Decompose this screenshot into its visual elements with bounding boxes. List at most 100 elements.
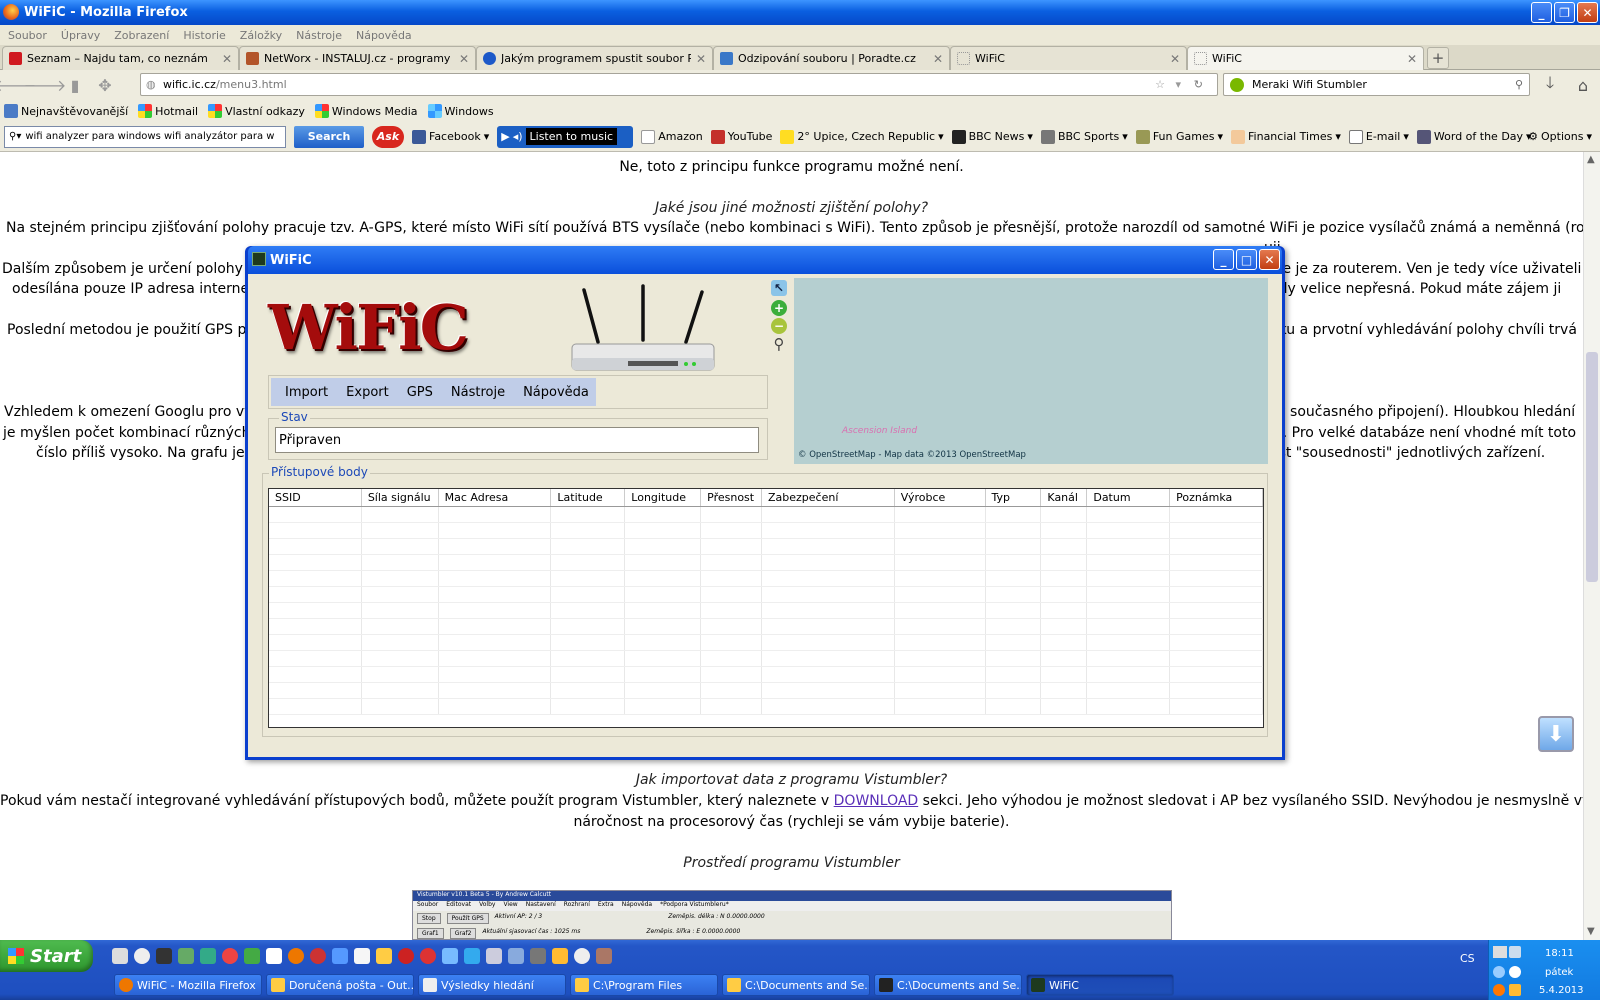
tab-seznam[interactable]: Seznam – Najdu tam, co neznám ✕ [2, 46, 239, 70]
tab-wific-2[interactable]: WiFiC ✕ [1187, 46, 1424, 70]
quick-launch-icon[interactable] [486, 948, 502, 964]
quick-launch-icon[interactable] [178, 948, 194, 964]
stats-icon[interactable]: ▮ [60, 73, 90, 97]
close-tab-icon[interactable]: ✕ [1407, 52, 1417, 66]
opera-icon[interactable] [310, 948, 326, 964]
menu-upravy[interactable]: Úpravy [61, 29, 100, 42]
close-tab-icon[interactable]: ✕ [459, 52, 469, 66]
wific-menu-export[interactable]: Export [346, 385, 389, 400]
quick-launch-icon[interactable] [596, 948, 612, 964]
start-button[interactable]: Start [0, 940, 93, 972]
zoom-in-icon[interactable]: + [771, 300, 787, 316]
close-tab-icon[interactable]: ✕ [696, 52, 706, 66]
toolbar-bbc-news[interactable]: BBC News ▾ [951, 129, 1033, 144]
toolbar-options[interactable]: ⚙ Options ▾ [1528, 130, 1592, 143]
task-documents-2[interactable]: C:\Documents and Se... [874, 974, 1022, 996]
search-engine-icon[interactable] [1230, 77, 1244, 92]
toolbar-word-of-day[interactable]: Word of the Day ▾ [1416, 129, 1532, 144]
wific-menu-napoveda[interactable]: Nápověda [523, 385, 589, 400]
bookmark-windows-media[interactable]: Windows Media [314, 104, 418, 118]
wific-close-button[interactable]: ✕ [1259, 249, 1280, 270]
tray-messenger-icon[interactable] [1509, 966, 1521, 978]
ask-button[interactable]: Ask [372, 125, 404, 148]
tray-avast-icon[interactable] [1493, 984, 1505, 996]
page-scrollbar[interactable]: ▲ ▼ [1583, 152, 1600, 940]
restore-button[interactable]: ❐ [1554, 2, 1575, 23]
tray-shield-icon[interactable] [1509, 946, 1521, 958]
close-button[interactable]: ✕ [1577, 2, 1598, 23]
toolbar-weather[interactable]: 2° Upice, Czech Republic ▾ [780, 129, 944, 144]
tray-volume-icon[interactable] [1493, 966, 1505, 978]
toolbar-facebook[interactable]: Facebook ▾ [412, 129, 489, 144]
menu-historie[interactable]: Historie [183, 29, 225, 42]
wific-maximize-button[interactable]: □ [1236, 249, 1257, 270]
bookmark-hotmail[interactable]: Hotmail [138, 104, 198, 118]
toolbar-search-input[interactable]: ⚲▾ wifi analyzer para windows wifi analyz… [4, 125, 286, 148]
quick-launch-icon[interactable] [156, 948, 172, 964]
quick-launch-icon[interactable] [266, 948, 282, 964]
toolbar-financial-times[interactable]: Financial Times ▾ [1231, 129, 1341, 144]
search-bar[interactable]: Meraki Wifi Stumbler ⚲ [1223, 73, 1530, 96]
folder-icon[interactable] [376, 948, 392, 964]
quick-launch-icon[interactable] [112, 948, 128, 964]
task-search-results[interactable]: Výsledky hledání [418, 974, 566, 996]
tab-wific-1[interactable]: WiFiC ✕ [950, 46, 1187, 70]
wific-menu-nastroje[interactable]: Nástroje [451, 385, 505, 400]
toolbar-bbc-sports[interactable]: BBC Sports ▾ [1040, 129, 1128, 144]
tools-icon[interactable]: ✥ [90, 73, 120, 97]
firefox-icon[interactable] [288, 948, 304, 964]
quick-launch-icon[interactable] [508, 948, 524, 964]
menu-zalozky[interactable]: Záložky [240, 29, 282, 42]
toolbar-amazon[interactable]: Amazon [641, 129, 703, 144]
forward-button[interactable]: 🡒 [24, 73, 67, 97]
toolbar-search-button[interactable]: Search [294, 125, 364, 148]
bookmark-windows[interactable]: Windows [427, 104, 494, 118]
download-icon[interactable]: 🡓 [1535, 73, 1565, 97]
volume-icon[interactable]: ◂) [513, 130, 523, 143]
toolbar-youtube[interactable]: YouTube [710, 129, 772, 144]
bookmark-custom-links[interactable]: Vlastní odkazy [208, 104, 305, 118]
close-tab-icon[interactable]: ✕ [933, 52, 943, 66]
column-channel[interactable]: Kanál [1041, 489, 1088, 506]
toolbar-fun-games[interactable]: Fun Games ▾ [1135, 129, 1223, 144]
search-icon[interactable]: ⚲ [1515, 78, 1523, 91]
column-type[interactable]: Typ [986, 489, 1042, 506]
tab-poradte[interactable]: Odzipování souboru | Poradte.cz ✕ [713, 46, 950, 70]
quick-launch-icon[interactable] [354, 948, 370, 964]
home-icon[interactable]: ⌂ [1568, 73, 1598, 97]
toolbar-email[interactable]: E-mail ▾ [1348, 129, 1409, 144]
column-latitude[interactable]: Latitude [551, 489, 626, 506]
column-vendor[interactable]: Výrobce [895, 489, 986, 506]
tray-update-icon[interactable] [1509, 984, 1521, 996]
zoom-out-icon[interactable]: − [771, 318, 787, 334]
quick-launch-icon[interactable] [442, 948, 458, 964]
wific-minimize-button[interactable]: _ [1213, 249, 1234, 270]
close-tab-icon[interactable]: ✕ [1170, 52, 1180, 66]
column-date[interactable]: Datum [1087, 489, 1171, 506]
column-mac[interactable]: Mac Adresa [439, 489, 552, 506]
menu-napoveda[interactable]: Nápověda [356, 29, 412, 42]
menu-soubor[interactable]: Soubor [8, 29, 47, 42]
reload-icon[interactable]: ↻ [1194, 78, 1203, 91]
tab-networx[interactable]: NetWorx - INSTALUJ.cz - programy ke st..… [239, 46, 476, 70]
quick-launch-icon[interactable] [552, 948, 568, 964]
quick-launch-icon[interactable] [200, 948, 216, 964]
scroll-down-arrow-icon[interactable]: ⬇ [1538, 716, 1574, 752]
column-ssid[interactable]: SSID [269, 489, 362, 506]
new-tab-button[interactable]: + [1427, 47, 1449, 69]
quick-launch-icon[interactable] [574, 948, 590, 964]
magnifier-icon[interactable]: ⚲ [771, 335, 787, 353]
wific-menu-gps[interactable]: GPS [407, 385, 433, 400]
url-bar[interactable]: ◍ wific.ic.cz/menu3.html ☆ ▾ ↻ [140, 73, 1218, 96]
tab-rar[interactable]: Jakým programem spustit soubor RAR - J..… [476, 46, 713, 70]
map-pan-icon[interactable]: ↖ [771, 280, 787, 296]
quick-launch-icon[interactable] [332, 948, 348, 964]
quick-launch-icon[interactable] [420, 948, 436, 964]
task-outlook[interactable]: Doručená pošta - Out... [266, 974, 414, 996]
scrollbar-thumb[interactable] [1586, 352, 1598, 582]
quick-launch-icon[interactable] [530, 948, 546, 964]
play-icon[interactable]: ▶ [501, 130, 509, 143]
language-indicator[interactable]: CS [1460, 952, 1475, 965]
task-documents-1[interactable]: C:\Documents and Se... [722, 974, 870, 996]
music-player[interactable]: ▶ ◂) Listen to music [497, 125, 634, 148]
